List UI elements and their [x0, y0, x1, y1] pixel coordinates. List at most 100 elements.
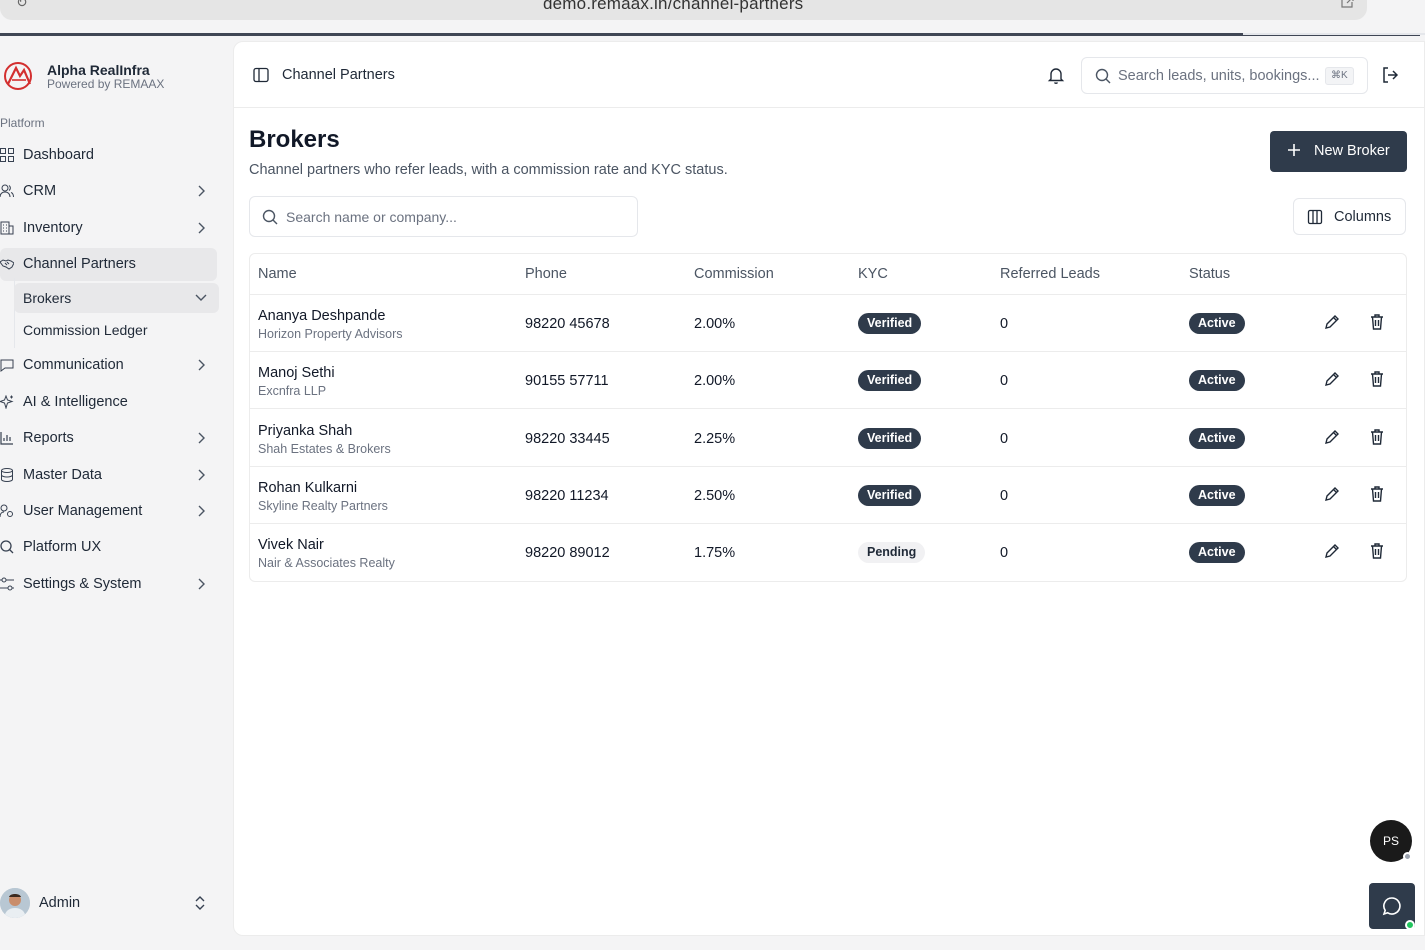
page-title: Brokers: [249, 126, 340, 153]
columns-button[interactable]: Columns: [1293, 198, 1406, 235]
breadcrumb[interactable]: Channel Partners: [282, 67, 395, 83]
chevron-right-icon: [198, 185, 205, 197]
kyc-badge: Verified: [858, 370, 922, 391]
table-row[interactable]: Rohan Kulkarni Skyline Realty Partners 9…: [250, 467, 1406, 524]
sidebar-item-ai-intelligence[interactable]: AI & Intelligence: [0, 386, 217, 419]
bar-chart-icon: [0, 432, 13, 445]
page-load-bar-end: [1243, 33, 1425, 35]
handshake-icon: [0, 259, 14, 270]
broker-name: Priyanka Shah: [258, 423, 353, 439]
referred-leads-count: 0: [1000, 373, 1009, 389]
grid-icon: [0, 148, 14, 162]
broker-commission: 2.25%: [694, 431, 736, 447]
chevron-right-icon: [198, 432, 205, 444]
sidebar-item-channel-partners[interactable]: Channel Partners: [0, 248, 217, 281]
column-header-name[interactable]: Name: [258, 266, 297, 282]
sidebar-item-label: Inventory: [23, 220, 83, 236]
table-row[interactable]: Manoj Sethi Excnfra LLP 90155 57711 2.00…: [250, 352, 1406, 409]
columns-label: Columns: [1334, 209, 1392, 225]
search-icon: [1095, 68, 1111, 84]
new-broker-button[interactable]: New Broker: [1270, 131, 1407, 172]
trash-icon[interactable]: [1368, 485, 1386, 503]
sidebar-item-label: User Management: [23, 503, 143, 519]
chevrons-up-down-icon: [195, 896, 205, 910]
columns-icon: [1307, 209, 1323, 225]
sidebar-item-master-data[interactable]: Master Data: [0, 459, 217, 492]
chevron-right-icon: [198, 578, 205, 590]
pencil-icon[interactable]: [1323, 485, 1341, 503]
logout-icon[interactable]: [1381, 66, 1399, 84]
pencil-icon[interactable]: [1323, 542, 1341, 560]
user-photo-icon: [0, 888, 30, 918]
sidebar-item-dashboard[interactable]: Dashboard: [0, 139, 217, 172]
sidebar-item-platform-ux[interactable]: Platform UX: [0, 531, 217, 564]
sidebar-item-label: Communication: [23, 357, 124, 373]
column-header-status[interactable]: Status: [1189, 266, 1230, 282]
table-row[interactable]: Priyanka Shah Shah Estates & Brokers 982…: [250, 410, 1406, 467]
broker-name: Rohan Kulkarni: [258, 480, 358, 496]
presence-dot: [1403, 852, 1412, 861]
chevron-down-icon[interactable]: [195, 291, 207, 303]
table-row[interactable]: Vivek Nair Nair & Associates Realty 9822…: [250, 524, 1406, 581]
brokers-table: Name Phone Commission KYC Referred Leads…: [249, 253, 1407, 582]
pencil-icon[interactable]: [1323, 313, 1341, 331]
user-name: Admin: [39, 895, 81, 911]
table-header: Name Phone Commission KYC Referred Leads…: [250, 254, 1406, 295]
bell-icon[interactable]: [1046, 65, 1066, 85]
sliders-icon: [0, 577, 14, 591]
status-badge: Active: [1189, 542, 1245, 563]
sidebar-item-user-management[interactable]: User Management: [0, 495, 217, 528]
sidebar-item-settings-system[interactable]: Settings & System: [0, 568, 217, 601]
section-label-platform: Platform: [0, 116, 45, 130]
kyc-badge: Verified: [858, 313, 922, 334]
trash-icon[interactable]: [1368, 313, 1386, 331]
reload-icon[interactable]: ↻: [16, 0, 28, 11]
chat-bubble-icon: [1382, 897, 1401, 916]
sidebar-item-inventory[interactable]: Inventory: [0, 212, 217, 245]
chevron-right-icon: [198, 505, 205, 517]
sidebar-item-label: CRM: [23, 183, 57, 199]
browser-url-bar[interactable]: ↻ demo.remaax.in/channel-partners: [0, 0, 1367, 20]
sidebar-item-label: Platform UX: [23, 539, 102, 555]
broker-search[interactable]: [249, 196, 638, 237]
broker-search-input[interactable]: [286, 207, 616, 227]
broker-name: Ananya Deshpande: [258, 308, 386, 324]
sidebar-subitem-brokers[interactable]: Brokers: [14, 283, 219, 313]
pencil-icon[interactable]: [1323, 370, 1341, 388]
sidebar-item-reports[interactable]: Reports: [0, 422, 217, 455]
topbar: Channel Partners ⌘K: [234, 42, 1425, 108]
trash-icon[interactable]: [1368, 428, 1386, 446]
sidebar-item-label: AI & Intelligence: [23, 394, 128, 410]
sidebar-toggle-icon[interactable]: [253, 67, 269, 83]
sidebar-item-label: Master Data: [23, 467, 102, 483]
referred-leads-count: 0: [1000, 545, 1009, 561]
table-row[interactable]: Ananya Deshpande Horizon Property Adviso…: [250, 295, 1406, 352]
referred-leads-count: 0: [1000, 316, 1009, 332]
sidebar-item-communication[interactable]: Communication: [0, 349, 217, 382]
avatar: [0, 888, 30, 918]
sidebar-item-crm[interactable]: CRM: [0, 175, 217, 208]
brand[interactable]: Alpha RealInfra Powered by REMAAX: [0, 58, 232, 98]
column-header-kyc[interactable]: KYC: [858, 266, 888, 282]
broker-company: Nair & Associates Realty: [258, 556, 395, 570]
trash-icon[interactable]: [1368, 370, 1386, 388]
broker-commission: 2.00%: [694, 316, 736, 332]
open-external-icon[interactable]: [1340, 0, 1354, 8]
message-icon: [0, 359, 14, 372]
broker-name: Vivek Nair: [258, 537, 324, 553]
column-header-commission[interactable]: Commission: [694, 266, 774, 282]
sidebar-subitem-commission-ledger[interactable]: Commission Ledger: [14, 315, 219, 345]
global-search-input[interactable]: [1118, 65, 1328, 87]
global-search[interactable]: ⌘K: [1081, 57, 1368, 94]
pencil-icon[interactable]: [1323, 428, 1341, 446]
kyc-badge: Verified: [858, 485, 922, 506]
column-header-referred-leads[interactable]: Referred Leads: [1000, 266, 1100, 282]
trash-icon[interactable]: [1368, 542, 1386, 560]
plus-icon: [1288, 144, 1300, 156]
broker-phone: 90155 57711: [525, 373, 609, 389]
user-menu[interactable]: Admin: [0, 886, 217, 920]
page-description: Channel partners who refer leads, with a…: [249, 162, 728, 178]
column-header-phone[interactable]: Phone: [525, 266, 567, 282]
kyc-badge: Verified: [858, 428, 922, 449]
sidebar: Alpha RealInfra Powered by REMAAX Platfo…: [0, 36, 232, 950]
